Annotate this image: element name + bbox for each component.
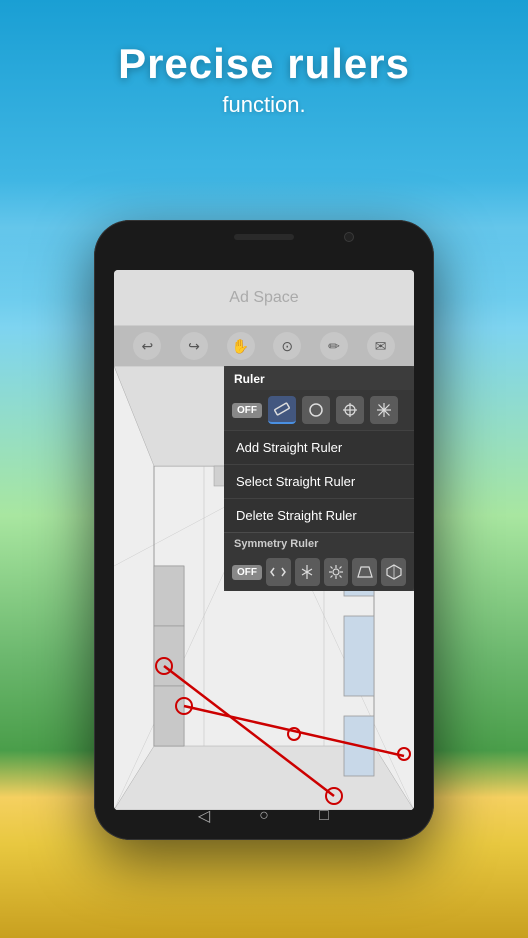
- symmetry-chevron-lr-button[interactable]: [266, 558, 291, 586]
- ad-space-label: Ad Space: [229, 289, 298, 307]
- ruler-section-title: Ruler: [224, 366, 414, 390]
- ruler-off-button[interactable]: OFF: [232, 403, 262, 418]
- toolbar: ↩ ↪ ✋ ⊙ ✏ ✉: [114, 326, 414, 366]
- symmetry-sunburst-icon: [327, 563, 345, 581]
- ruler-diagonal-icon: [273, 400, 291, 418]
- phone-outer: Ad Space ↩ ↪ ✋ ⊙ ✏ ✉: [94, 220, 434, 840]
- undo-button[interactable]: ↩: [133, 332, 161, 360]
- main-title: Precise rulers: [0, 40, 528, 88]
- phone-nav: ◁ ○ □: [194, 806, 334, 826]
- ruler-diagonal-button[interactable]: [268, 396, 296, 424]
- hand-button[interactable]: ✋: [227, 332, 255, 360]
- phone-speaker: [234, 234, 294, 240]
- title-area: Precise rulers function.: [0, 40, 528, 118]
- select-straight-ruler-item[interactable]: Select Straight Ruler: [224, 464, 414, 498]
- delete-straight-ruler-item[interactable]: Delete Straight Ruler: [224, 498, 414, 532]
- ruler-popup: Ruler OFF: [224, 366, 414, 591]
- symmetry-cube-icon: [385, 563, 403, 581]
- back-nav-button[interactable]: ◁: [194, 806, 214, 826]
- ruler-circle-button[interactable]: [302, 396, 330, 424]
- phone-screen: Ad Space ↩ ↪ ✋ ⊙ ✏ ✉: [114, 270, 414, 810]
- home-nav-button[interactable]: ○: [254, 806, 274, 826]
- sub-title: function.: [0, 92, 528, 118]
- ruler-star-button[interactable]: [370, 396, 398, 424]
- symmetry-sunburst-button[interactable]: [324, 558, 349, 586]
- ruler-icons-row: OFF: [224, 390, 414, 430]
- pen-button[interactable]: ✏: [320, 332, 348, 360]
- symmetry-section-title: Symmetry Ruler: [224, 532, 414, 553]
- ruler-crosshair-icon: [341, 401, 359, 419]
- symmetry-trapezoid-button[interactable]: [352, 558, 377, 586]
- symmetry-mirror-button[interactable]: [295, 558, 320, 586]
- ad-space-bar: Ad Space: [114, 270, 414, 326]
- circle-tool-button[interactable]: ⊙: [273, 332, 301, 360]
- phone-container: Ad Space ↩ ↪ ✋ ⊙ ✏ ✉: [94, 220, 434, 840]
- symmetry-chevron-lr-icon: [269, 563, 287, 581]
- layers-button[interactable]: ✉: [367, 332, 395, 360]
- symmetry-off-button[interactable]: OFF: [232, 565, 262, 580]
- canvas-area[interactable]: Ruler OFF: [114, 366, 414, 810]
- symmetry-cube-button[interactable]: [381, 558, 406, 586]
- ruler-circle-icon: [307, 401, 325, 419]
- add-straight-ruler-item[interactable]: Add Straight Ruler: [224, 430, 414, 464]
- symmetry-mirror-icon: [298, 563, 316, 581]
- recents-nav-button[interactable]: □: [314, 806, 334, 826]
- ruler-star-icon: [375, 401, 393, 419]
- symmetry-icons-row: OFF: [224, 553, 414, 591]
- redo-button[interactable]: ↪: [180, 332, 208, 360]
- ruler-crosshair-button[interactable]: [336, 396, 364, 424]
- symmetry-trapezoid-icon: [356, 563, 374, 581]
- phone-camera: [344, 232, 354, 242]
